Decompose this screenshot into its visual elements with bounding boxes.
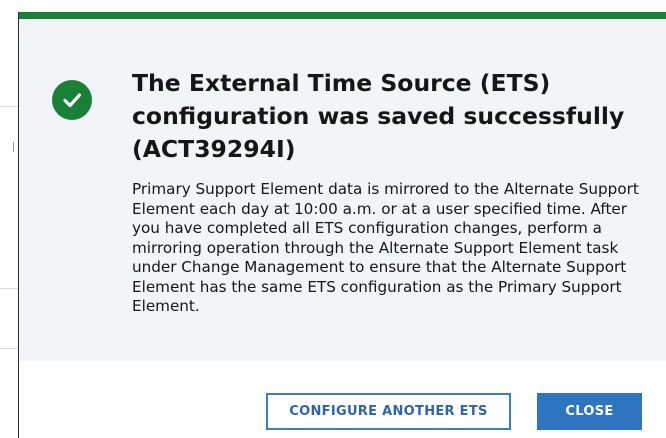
dialog-message: Primary Support Element data is mirrored… bbox=[132, 180, 639, 315]
background-divider bbox=[0, 106, 18, 107]
checkmark-icon bbox=[52, 80, 92, 120]
background-divider bbox=[0, 348, 18, 349]
background-divider bbox=[0, 288, 18, 289]
dialog-footer: CONFIGURE ANOTHER ETS CLOSE bbox=[19, 361, 666, 438]
dialog-title: The External Time Source (ETS) configura… bbox=[132, 69, 625, 163]
configure-another-ets-button[interactable]: CONFIGURE ANOTHER ETS bbox=[266, 393, 511, 430]
close-button[interactable]: CLOSE bbox=[537, 393, 642, 430]
screen: The External Time Source (ETS) configura… bbox=[0, 0, 666, 438]
success-dialog: The External Time Source (ETS) configura… bbox=[18, 12, 666, 438]
dialog-success-bar bbox=[19, 12, 666, 19]
